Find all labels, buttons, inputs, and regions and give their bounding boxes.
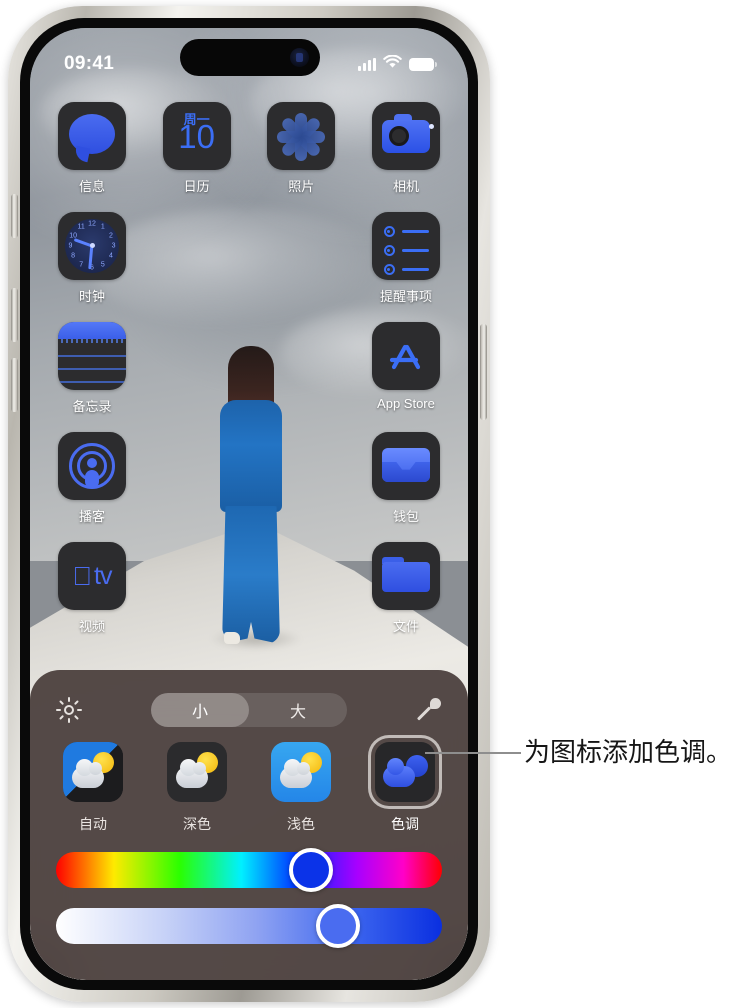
segment-large[interactable]: 大 — [249, 693, 347, 727]
app-label: App Store — [377, 396, 435, 411]
callout-leader-line — [425, 752, 521, 754]
reminders-icon[interactable] — [371, 212, 440, 280]
app-label: 时钟 — [78, 289, 105, 304]
clock-icon[interactable]: 12 1 23 45 67 89 10 11 — [58, 212, 126, 280]
app-label: 相机 — [392, 179, 419, 194]
hue-slider-thumb[interactable] — [288, 848, 333, 892]
volume-down-button[interactable] — [11, 358, 18, 412]
app-row: 信息 周一 10 日历 照片 相机 — [30, 102, 468, 212]
notes-icon[interactable] — [58, 322, 126, 390]
action-button[interactable] — [11, 194, 18, 238]
power-button[interactable] — [480, 324, 487, 420]
app-camera[interactable]: 相机 — [366, 102, 446, 212]
app-apple-tv[interactable]: tv 视频 — [52, 542, 132, 652]
app-reminders[interactable]: 提醒事项 — [366, 212, 446, 322]
app-label: 提醒事项 — [379, 289, 432, 304]
appearance-tile-wrap-selected[interactable] — [371, 738, 439, 806]
app-label: 日历 — [183, 179, 210, 194]
app-row: 12 1 23 45 67 89 10 11 时钟 提醒事项 — [30, 212, 468, 322]
eyedropper-icon[interactable] — [416, 697, 442, 723]
appearance-option-light[interactable]: 浅色 — [262, 738, 340, 834]
app-clock[interactable]: 12 1 23 45 67 89 10 11 时钟 — [52, 212, 132, 322]
appearance-tile-wrap[interactable] — [163, 738, 231, 806]
status-indicators — [358, 54, 437, 74]
panel-toolbar: 小 大 — [30, 670, 468, 730]
app-label: 信息 — [78, 179, 105, 194]
app-messages[interactable]: 信息 — [52, 102, 132, 212]
callout-text: 为图标添加色调。 — [524, 737, 733, 767]
weather-preview-auto-icon — [63, 742, 123, 802]
weather-preview-light-icon — [271, 742, 331, 802]
hue-slider[interactable] — [56, 848, 442, 892]
calendar-icon[interactable]: 周一 10 — [162, 102, 231, 170]
segment-small[interactable]: 小 — [151, 693, 249, 727]
appearance-label: 色调 — [391, 816, 419, 832]
front-camera-icon — [290, 48, 309, 67]
appearance-option-auto[interactable]: 自动 — [54, 738, 132, 834]
app-notes[interactable]: 备忘录 — [52, 322, 132, 432]
appearance-label: 浅色 — [287, 816, 315, 832]
screenshot-root: 09:41 信息 周一 10 日历 照片 相机 12 1 2 3 4 5 6 7… — [0, 0, 750, 1008]
wifi-icon — [383, 54, 402, 74]
appearance-label: 深色 — [183, 816, 211, 832]
weather-preview-tinted-icon — [375, 742, 435, 802]
iphone-device-frame: 09:41 信息 周一 10 日历 照片 相机 12 1 2 3 4 5 6 7… — [8, 6, 490, 1002]
customize-home-screen-panel: 小 大 自动 深色 浅色 色调 — [30, 670, 468, 980]
tint-sliders — [30, 834, 468, 948]
messages-icon[interactable] — [58, 102, 126, 170]
appearance-tile-wrap[interactable] — [59, 738, 127, 806]
appearance-label: 自动 — [79, 816, 107, 832]
appearance-tile-wrap[interactable] — [267, 738, 335, 806]
app-label: 视频 — [78, 619, 105, 634]
appearance-option-dark[interactable]: 深色 — [158, 738, 236, 834]
app-row: 播客 钱包 — [30, 432, 468, 542]
app-files[interactable]: 文件 — [366, 542, 446, 652]
app-wallet[interactable]: 钱包 — [366, 432, 446, 542]
app-label: 备忘录 — [72, 399, 112, 414]
app-label: 照片 — [288, 179, 315, 194]
tint-amount-slider[interactable] — [56, 904, 442, 948]
apple-tv-icon[interactable]: tv — [58, 542, 126, 610]
battery-icon — [409, 57, 437, 71]
weather-preview-dark-icon — [167, 742, 227, 802]
appearance-options: 自动 深色 浅色 色调 — [30, 730, 468, 834]
app-photos[interactable]: 照片 — [261, 102, 341, 212]
volume-up-button[interactable] — [11, 288, 18, 342]
app-store-icon[interactable] — [371, 322, 440, 390]
app-app-store[interactable]: App Store — [366, 322, 446, 432]
cellular-signal-icon — [358, 57, 376, 71]
calendar-day: 10 — [178, 118, 216, 155]
wallet-icon[interactable] — [371, 432, 440, 500]
files-icon[interactable] — [371, 542, 440, 610]
tint-amount-slider-thumb[interactable] — [315, 904, 360, 948]
icon-size-segmented-control[interactable]: 小 大 — [151, 693, 347, 727]
app-calendar[interactable]: 周一 10 日历 — [157, 102, 237, 212]
app-row: tv 视频 文件 — [30, 542, 468, 652]
dynamic-island — [180, 39, 320, 76]
status-time: 09:41 — [64, 53, 115, 74]
photos-icon[interactable] — [267, 102, 336, 170]
app-row: 备忘录 App Store — [30, 322, 468, 432]
sun-brightness-icon[interactable] — [56, 697, 82, 723]
app-label: 文件 — [392, 619, 419, 634]
iphone-screen: 09:41 信息 周一 10 日历 照片 相机 12 1 2 3 4 5 6 7… — [30, 28, 468, 980]
app-grid: 信息 周一 10 日历 照片 相机 12 1 2 3 4 5 6 7 8 9 1… — [30, 102, 468, 652]
app-podcasts[interactable]: 播客 — [52, 432, 132, 542]
podcasts-icon[interactable] — [58, 432, 126, 500]
camera-icon[interactable] — [371, 102, 440, 170]
app-label: 播客 — [78, 509, 105, 524]
app-label: 钱包 — [392, 509, 419, 524]
